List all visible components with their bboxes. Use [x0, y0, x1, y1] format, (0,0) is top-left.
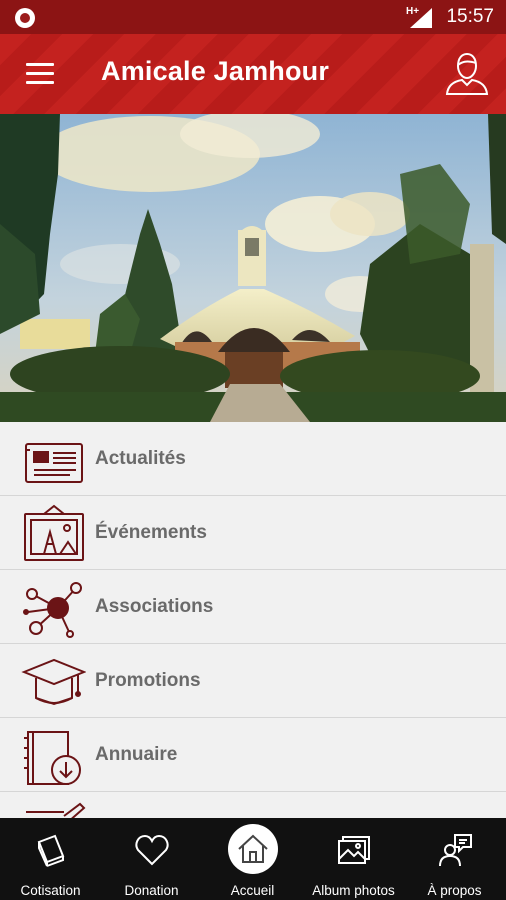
nav-item-album-photos[interactable]: Album photos	[303, 818, 404, 900]
nav-item-cotisation[interactable]: Cotisation	[0, 818, 101, 900]
menu-item-evenements[interactable]: Événements	[0, 496, 506, 570]
nav-label: Donation	[124, 883, 179, 898]
person-speech-bubble-icon	[438, 834, 472, 867]
nav-item-accueil[interactable]: Accueil	[202, 818, 303, 900]
clock: 15:57	[446, 6, 494, 27]
heart-icon	[134, 834, 169, 866]
nav-label: À propos	[427, 883, 482, 898]
signal-strength-icon	[410, 8, 432, 28]
nav-label: Cotisation	[20, 883, 81, 898]
user-profile-icon[interactable]	[444, 50, 490, 96]
app-bar: Amicale Jamhour	[0, 34, 506, 114]
framed-picture-icon	[24, 504, 84, 561]
menu-item-annuaire[interactable]: Annuaire	[0, 718, 506, 792]
main-menu-list: Actualités Événements Associations Promo…	[0, 422, 506, 818]
nav-label: Album photos	[312, 883, 395, 898]
app-title: Amicale Jamhour	[101, 56, 330, 86]
menu-item-promotions[interactable]: Promotions	[0, 644, 506, 718]
notebook-pencil-icon	[26, 802, 86, 818]
nav-item-a-propos[interactable]: À propos	[404, 818, 505, 900]
menu-item-associations[interactable]: Associations	[0, 570, 506, 644]
hamburger-menu-icon[interactable]	[26, 63, 54, 85]
newspaper-icon	[25, 443, 83, 483]
menu-item-label: Associations	[95, 596, 214, 617]
address-book-download-icon	[24, 731, 81, 785]
menu-item-label: Annuaire	[95, 744, 178, 765]
nav-item-donation[interactable]: Donation	[101, 818, 202, 900]
recording-indicator-icon	[15, 8, 35, 28]
menu-item-label: Actualités	[95, 448, 186, 469]
bottom-navigation: Cotisation Donation Accueil Album photos	[0, 818, 506, 900]
status-bar: H+ 15:57	[0, 0, 506, 34]
home-icon	[237, 834, 268, 863]
book-icon	[37, 834, 64, 867]
church-building-photo	[0, 114, 506, 422]
photo-album-icon	[337, 836, 370, 864]
menu-item-label: Promotions	[95, 670, 201, 691]
menu-item-actualites[interactable]: Actualités	[0, 422, 506, 496]
nav-label: Accueil	[230, 883, 275, 898]
menu-item-more[interactable]	[0, 792, 506, 818]
hero-carousel[interactable]	[0, 114, 506, 422]
network-nodes-icon	[23, 582, 82, 638]
graduation-cap-icon	[21, 658, 86, 706]
menu-item-label: Événements	[95, 522, 207, 543]
